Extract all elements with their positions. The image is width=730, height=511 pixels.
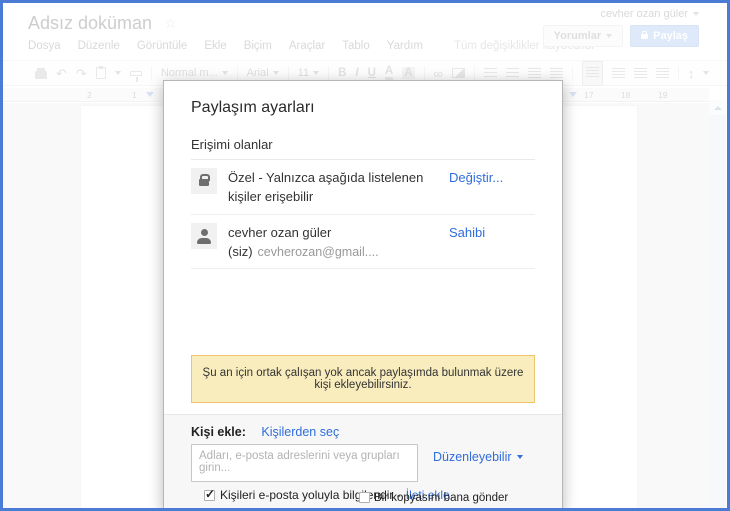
access-row-owner: cevher ozan güler (siz) cevherozan@gmail.… [191,215,535,270]
access-heading: Erişimi olanlar [191,137,535,160]
add-people-section: Kişi ekle: Kişilerden seç Düzenleyebilir… [164,414,562,511]
access-row-text: Özel - Yalnızca aşağıda listelenen kişil… [228,170,424,204]
permission-dropdown[interactable]: Düzenleyebilir [433,444,523,482]
notify-checkbox[interactable] [204,487,215,501]
access-row-private: Özel - Yalnızca aşağıda listelenen kişil… [191,160,535,215]
choose-from-contacts-link[interactable]: Kişilerden seç [261,425,339,439]
sharing-settings-dialog: Paylaşım ayarları Erişimi olanlar Özel -… [163,80,563,511]
collaborator-list-empty [164,269,562,355]
change-visibility-link[interactable]: Değiştir... [449,168,535,185]
send-copy-checkbox[interactable] [359,492,370,504]
no-collaborators-notice: Şu an için ortak çalışan yok ancak payla… [191,355,535,404]
owner-role-link[interactable]: Sahibi [449,223,535,240]
send-copy-row: Bir kopyasını bana gönder [359,491,511,505]
add-people-input[interactable] [191,444,418,483]
add-people-label: Kişi ekle: [191,425,246,440]
owner-email: cevherozan@gmail.... [257,244,379,259]
dialog-title: Paylaşım ayarları [191,99,315,116]
lock-icon [191,168,217,194]
screenshot-stage: Adsız doküman ☆ Dosya Düzenle Görüntüle … [0,0,730,511]
person-icon [191,222,217,249]
chevron-down-icon [516,455,523,460]
send-copy-label: Bir kopyasını bana gönder [374,492,509,505]
